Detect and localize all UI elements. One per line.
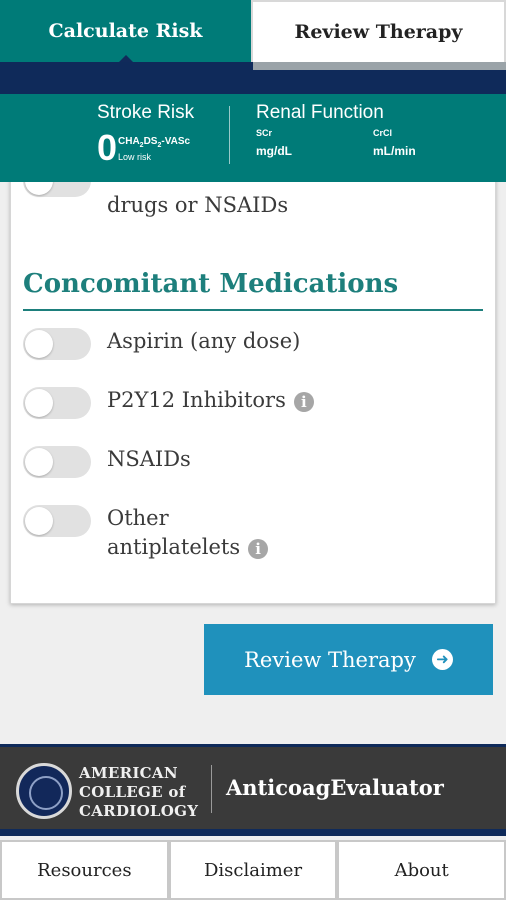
acc-wordmark: AMERICAN COLLEGE of CARDIOLOGY [79,764,198,821]
option-row-p2y12: P2Y12 Inhibitors i [107,386,314,415]
tab-calculate-risk[interactable]: Calculate Risk [0,0,251,63]
arrow-right-circle-icon: ➜ [431,649,453,670]
acc-line1: AMERICAN [79,764,178,782]
option-label-aspirin: Aspirin (any dose) [107,329,301,353]
toggle-knob [25,330,53,358]
section-rule [23,309,483,311]
footer-divider [211,765,212,813]
review-therapy-label: Review Therapy [244,647,416,672]
acc-line2: COLLEGE of [79,783,186,801]
option-label-antiplatelets: antiplatelets [107,535,241,559]
scr-unit: mg/dL [256,144,292,158]
footer-branding: AMERICAN COLLEGE of CARDIOLOGY AnticoagE… [0,744,506,836]
toggle-knob [25,507,53,535]
crcl-label: CrCl [373,128,393,138]
info-icon[interactable]: i [248,538,269,559]
tab-review-therapy[interactable]: Review Therapy [251,0,506,62]
tab-bar: Calculate Risk Review Therapy [0,0,506,63]
score-note: Low risk [118,152,152,162]
stroke-risk-title: Stroke Risk [97,102,195,123]
toggle-aspirin[interactable] [23,328,91,360]
nav-disclaimer-button[interactable]: Disclaimer [168,840,338,900]
stroke-risk-score: 0 [97,127,118,168]
section-title-concomitant: Concomitant Medications [23,269,399,299]
acc-seal-logo [16,763,72,819]
toggle-p2y12[interactable] [23,387,91,419]
app-name: AnticoagEvaluator [226,775,444,800]
nav-resources-button[interactable]: Resources [0,840,169,900]
option-label-other: Other [107,506,169,530]
risk-summary-bar: Stroke Risk 0 CHA2DS2-VASc Low risk Rena… [0,94,506,182]
toggle-other-antiplatelets[interactable] [23,505,91,537]
nav-about-button[interactable]: About [337,840,506,900]
risk-divider [229,106,230,164]
header-divider-bar [0,62,506,94]
acc-line3: CARDIOLOGY [79,802,199,820]
option-label-line2: drugs or NSAIDs [107,193,289,217]
toggle-nsaids[interactable] [23,446,91,478]
toggle-knob [25,389,53,417]
bottom-nav: Resources Disclaimer About [0,840,506,900]
info-icon[interactable]: i [293,391,314,412]
crcl-unit: mL/min [373,144,416,158]
medications-card: x drugs or NSAIDs Concomitant Medication… [10,150,496,604]
scr-label: SCr [256,128,273,138]
score-label: CHA2DS2-VASc [118,136,191,149]
renal-function-title: Renal Function [256,102,384,123]
toggle-knob [25,448,53,476]
review-therapy-button[interactable]: Review Therapy ➜ [204,624,493,695]
option-row-other-antiplatelets: Other antiplatelets i [107,504,269,562]
option-label-nsaids: NSAIDs [107,447,191,471]
option-label-p2y12: P2Y12 Inhibitors [107,388,286,412]
